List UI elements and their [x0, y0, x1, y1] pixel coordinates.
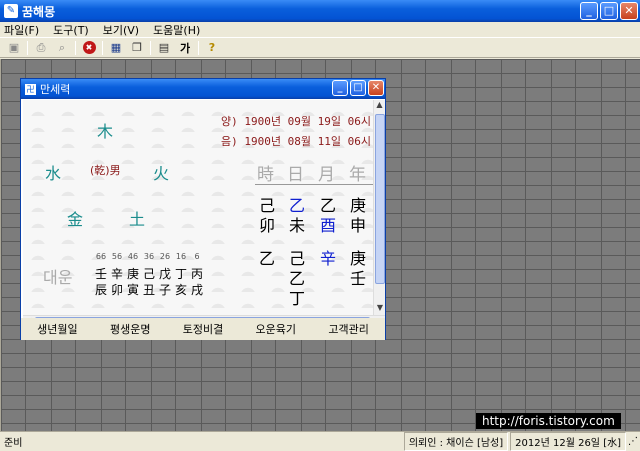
toolbar-separator — [198, 40, 199, 55]
menu-file[interactable]: 파일(F) — [4, 22, 39, 38]
manseryeok-window: 卍 만세력 _ □ ✕ 木 水 (乾)男 火 金 土 양) 1900년 09월 … — [20, 78, 386, 340]
daeun-stem[interactable]: 壬 — [93, 265, 109, 282]
daeun-stem[interactable]: 庚 — [125, 265, 141, 282]
menu-lifetime-fortune[interactable]: 평생운명 — [110, 321, 150, 337]
daeun-branch[interactable]: 卯 — [109, 281, 125, 298]
pillar-head-month: 月 — [318, 165, 335, 185]
branch-month: 酉 — [320, 216, 337, 235]
child-title-bar: 卍 만세력 _ □ ✕ — [21, 79, 385, 99]
daeun-stem[interactable]: 丙 — [189, 265, 205, 282]
toolbar-separator — [150, 40, 151, 55]
windows-icon[interactable]: ❐ — [129, 40, 145, 56]
menu-bar: 파일(F) 도구(T) 보기(V) 도움말(H) — [0, 22, 640, 38]
main-title-bar: ✎ 꿈해몽 _ □ ✕ — [0, 0, 640, 22]
function-menu: 생년월일 평생운명 토정비결 오운육기 고객관리 — [21, 318, 385, 340]
minimize-button[interactable]: _ — [580, 2, 598, 20]
element-fire: 火 — [153, 164, 170, 183]
daeun-branch[interactable]: 辰 — [93, 281, 109, 298]
print-icon[interactable]: ⎙ — [33, 40, 49, 56]
resize-grip-icon[interactable]: ⋰ — [628, 436, 640, 447]
lunar-date: 음) 1900년 08월 11일 06시 — [221, 135, 371, 148]
element-wood: 木 — [97, 122, 114, 141]
app-title: 꿈해몽 — [22, 4, 56, 19]
pillar-head-day: 日 — [287, 165, 304, 185]
document-icon[interactable]: ▤ — [156, 40, 172, 56]
scroll-down-icon[interactable]: ▼ — [374, 303, 386, 315]
branch-day: 未 — [289, 216, 306, 235]
vertical-scrollbar[interactable]: ▲ ▼ — [373, 100, 385, 315]
element-earth: 土 — [129, 210, 146, 229]
help-icon[interactable]: ? — [204, 40, 220, 56]
maximize-button[interactable]: □ — [600, 2, 618, 20]
daeun-branch[interactable]: 丑 — [141, 281, 157, 298]
daeun-age: 36 — [143, 252, 155, 261]
child-window-icon: 卍 — [25, 83, 36, 95]
daeun-branch[interactable]: 亥 — [173, 281, 189, 298]
menu-customer-management[interactable]: 고객관리 — [328, 321, 368, 337]
pillar-head-year: 年 — [349, 165, 366, 185]
daeun-ages: 66 56 46 36 26 16 6 — [93, 252, 205, 261]
daeun-age: 6 — [194, 252, 200, 261]
menu-view[interactable]: 보기(V) — [103, 22, 139, 38]
menu-tojeong[interactable]: 토정비결 — [183, 321, 223, 337]
menu-help[interactable]: 도움말(H) — [153, 22, 200, 38]
font-icon[interactable]: 가 — [177, 40, 193, 56]
daeun-branch[interactable]: 寅 — [125, 281, 141, 298]
hidden-stem-hour: 乙 — [259, 249, 276, 268]
daeun-stem[interactable]: 辛 — [109, 265, 125, 282]
calendar-icon[interactable]: ▦ — [108, 40, 124, 56]
hidden-stem-year-2: 壬 — [350, 269, 367, 288]
vertical-scroll-thumb[interactable] — [375, 114, 385, 284]
child-title: 만세력 — [40, 83, 71, 96]
toolbar-separator — [27, 40, 28, 55]
print-preview-icon[interactable]: ⌕ — [54, 40, 70, 56]
hidden-stem-month: 辛 — [320, 249, 337, 268]
daeun-stem[interactable]: 己 — [141, 265, 157, 282]
scroll-up-icon[interactable]: ▲ — [374, 100, 385, 112]
status-client: 의뢰인 : 채이슨 [남성] — [403, 432, 509, 451]
hidden-stem-day-3: 丁 — [289, 289, 306, 308]
branch-year: 申 — [350, 216, 367, 235]
daeun-branches: 辰卯寅丑子亥戌 — [93, 281, 205, 298]
status-date: 2012년 12월 26일 [水] — [510, 432, 626, 451]
child-maximize-button[interactable]: □ — [350, 80, 366, 96]
toolbar: ▣ ⎙ ⌕ ✖ ▦ ❐ ▤ 가 ? — [0, 38, 640, 58]
daeun-stems: 壬辛庚己戊丁丙 — [93, 265, 205, 282]
app-icon: ✎ — [4, 4, 18, 18]
daeun-age: 56 — [111, 252, 123, 261]
element-water: 水 — [45, 164, 62, 183]
gender-label: (乾)男 — [90, 164, 121, 177]
child-close-button[interactable]: ✕ — [368, 80, 384, 96]
daeun-age: 46 — [127, 252, 139, 261]
stop-icon[interactable]: ✖ — [81, 40, 97, 56]
daeun-branch[interactable]: 子 — [157, 281, 173, 298]
element-metal: 金 — [67, 210, 84, 229]
branch-hour: 卯 — [259, 216, 276, 235]
close-button[interactable]: ✕ — [620, 2, 638, 20]
daeun-label: 대운 — [43, 268, 73, 287]
toolbar-separator — [102, 40, 103, 55]
save-icon[interactable]: ▣ — [6, 40, 22, 56]
child-minimize-button[interactable]: _ — [332, 80, 348, 96]
status-ready: 준비 — [4, 438, 23, 449]
watermark-url: http://foris.tistory.com — [476, 413, 621, 429]
solar-date: 양) 1900년 09월 19일 06시 — [221, 115, 371, 128]
pillar-divider — [255, 184, 373, 185]
status-bar: 준비 의뢰인 : 채이슨 [남성] 2012년 12월 26일 [水] ⋰ — [0, 431, 640, 451]
menu-birthdate[interactable]: 생년월일 — [37, 321, 77, 337]
daeun-age: 66 — [95, 252, 107, 261]
daeun-branch[interactable]: 戌 — [189, 281, 205, 298]
toolbar-separator — [75, 40, 76, 55]
daeun-age: 26 — [159, 252, 171, 261]
daeun-stem[interactable]: 丁 — [173, 265, 189, 282]
daeun-age: 16 — [175, 252, 187, 261]
saju-chart: 木 水 (乾)男 火 金 土 양) 1900년 09월 19일 06시 음) 1… — [23, 100, 373, 315]
menu-ounyukgi[interactable]: 오운육기 — [256, 321, 296, 337]
pillar-head-hour: 時 — [257, 165, 274, 185]
daeun-stem[interactable]: 戊 — [157, 265, 173, 282]
menu-tools[interactable]: 도구(T) — [53, 22, 89, 38]
